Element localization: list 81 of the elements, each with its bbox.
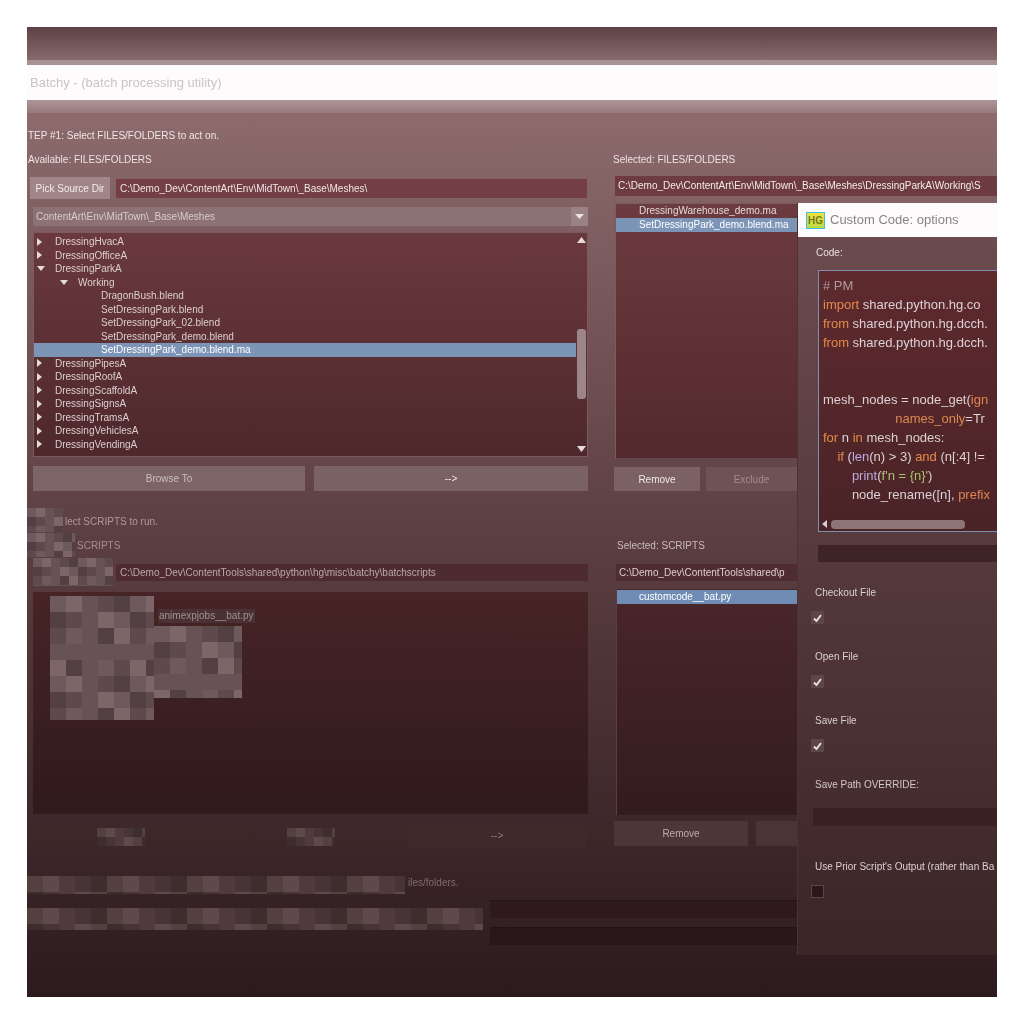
caret-down-icon[interactable] bbox=[37, 266, 45, 272]
code-line: print(f'n = {n}') bbox=[850, 467, 933, 485]
section-label: SCRIPTS bbox=[77, 540, 121, 552]
caret-right-icon[interactable] bbox=[37, 399, 42, 408]
code-line: for n in mesh_nodes: bbox=[822, 429, 945, 447]
output-field[interactable] bbox=[490, 900, 797, 918]
checkbox[interactable] bbox=[811, 611, 824, 624]
tree-item[interactable]: DressingPipesA bbox=[34, 356, 576, 370]
window-title: Batchy - (batch processing utility) bbox=[30, 73, 222, 92]
tree-item[interactable]: DressingScaffoldA bbox=[34, 383, 576, 397]
section-label: Available: FILES/FOLDERS bbox=[28, 154, 152, 166]
code-line: import shared.python.hg.co bbox=[822, 296, 981, 314]
tree-item[interactable]: DressingParkA bbox=[34, 262, 576, 276]
path-field[interactable]: C:\Demo_Dev\ContentArt\Env\MidTown\_Base\Meshes\DressingParkA\Working\S bbox=[615, 176, 997, 196]
caret-right-icon[interactable] bbox=[37, 237, 42, 246]
remove-button[interactable]: Remove bbox=[614, 467, 700, 491]
code-line: node_rename([n], prefix bbox=[850, 486, 990, 504]
tree-item[interactable]: DressingOfficeA bbox=[34, 248, 576, 262]
caret-right-icon[interactable] bbox=[37, 440, 42, 449]
check-icon bbox=[813, 613, 822, 622]
section-label: Selected: FILES/FOLDERS bbox=[613, 154, 736, 166]
checkbox[interactable] bbox=[811, 885, 824, 898]
code-line: names_only=Tr bbox=[894, 410, 985, 428]
dialog-title: Custom Code: options bbox=[830, 211, 959, 230]
arrow-down-icon[interactable] bbox=[577, 446, 586, 452]
code-line: mesh_nodes = node_get(ign bbox=[822, 391, 989, 409]
tree-item[interactable]: DragonBush.blend bbox=[34, 289, 576, 303]
path-field[interactable]: C:\Demo_Dev\ContentTools\shared\python\hg\misc\batchy\batchscripts bbox=[116, 564, 588, 581]
arrow-button[interactable]: --> bbox=[314, 466, 588, 491]
caret-right-icon[interactable] bbox=[37, 372, 42, 381]
field-label: Code: bbox=[816, 247, 843, 259]
code-line: from shared.python.hg.dcch. bbox=[822, 334, 988, 352]
option-label: Open File bbox=[815, 651, 859, 663]
output-field[interactable] bbox=[490, 927, 797, 945]
caret-down-icon[interactable] bbox=[60, 279, 68, 285]
code-line: # PM bbox=[822, 277, 854, 295]
arrow-up-icon[interactable] bbox=[577, 237, 586, 243]
caret-right-icon[interactable] bbox=[37, 251, 42, 260]
step-heading: lect SCRIPTS to run. bbox=[65, 515, 158, 529]
input-field[interactable] bbox=[813, 808, 997, 826]
app-logo: HG bbox=[806, 211, 825, 229]
pixelation-drawing bbox=[287, 828, 335, 846]
tree-item[interactable]: DressingHvacA bbox=[34, 235, 576, 249]
caret-right-icon[interactable] bbox=[37, 386, 42, 395]
footer-note: iles/folders. bbox=[408, 877, 459, 889]
tree-item[interactable]: DressingVendingA bbox=[34, 437, 576, 451]
scrollbar-thumb[interactable] bbox=[577, 329, 586, 399]
step-heading: TEP #1: Select FILES/FOLDERS to act on. bbox=[28, 129, 219, 143]
tree-item[interactable]: Working bbox=[34, 275, 576, 289]
option-label: Save File bbox=[815, 715, 857, 727]
tree-item[interactable]: SetDressingPark.blend bbox=[34, 302, 576, 316]
checkbox[interactable] bbox=[811, 739, 824, 752]
caret-right-icon[interactable] bbox=[37, 426, 42, 435]
option-label: Use Prior Script's Output (rather than Ba bbox=[815, 861, 995, 873]
section-label: Selected: SCRIPTS bbox=[617, 540, 705, 552]
tree-item[interactable]: DressingRoofA bbox=[34, 370, 576, 384]
code-line: from shared.python.hg.dcch. bbox=[822, 315, 988, 333]
check-icon bbox=[813, 741, 822, 750]
pixelation-drawing bbox=[97, 828, 145, 846]
option-label: Save Path OVERRIDE: bbox=[815, 779, 919, 791]
tree-item[interactable]: SetDressingPark_demo.blend bbox=[34, 329, 576, 343]
path-field[interactable]: C:\Demo_Dev\ContentArt\Env\MidTown\_Base\Meshes\ bbox=[116, 178, 587, 198]
remove-button[interactable]: Remove bbox=[614, 821, 748, 846]
option-label: Checkout File bbox=[815, 587, 877, 599]
check-icon bbox=[813, 677, 822, 686]
tree-item[interactable]: DressingSignsA bbox=[34, 397, 576, 411]
code-line: if (len(n) > 3) and (n[:4] != bbox=[836, 448, 985, 466]
scrollbar-thumb[interactable] bbox=[831, 519, 965, 529]
list-item[interactable]: DressingWarehouse_demo.ma bbox=[616, 204, 797, 218]
pixelation-drawing bbox=[27, 508, 63, 532]
arrow-left-icon[interactable] bbox=[822, 520, 827, 528]
checkbox[interactable] bbox=[811, 675, 824, 688]
tree-item[interactable]: DressingTramsA bbox=[34, 410, 576, 424]
path-field[interactable]: C:\Demo_Dev\ContentTools\shared\p bbox=[616, 564, 797, 581]
caret-right-icon[interactable] bbox=[37, 359, 42, 368]
tree-item[interactable]: DressingVehiclesA bbox=[34, 424, 576, 438]
caret-right-icon[interactable] bbox=[37, 413, 42, 422]
tree-item[interactable]: SetDressingPark_02.blend bbox=[34, 316, 576, 330]
code-editor[interactable] bbox=[818, 270, 997, 532]
input-field[interactable] bbox=[818, 545, 997, 562]
list-item[interactable]: animexpjobs__bat.py bbox=[158, 609, 255, 623]
